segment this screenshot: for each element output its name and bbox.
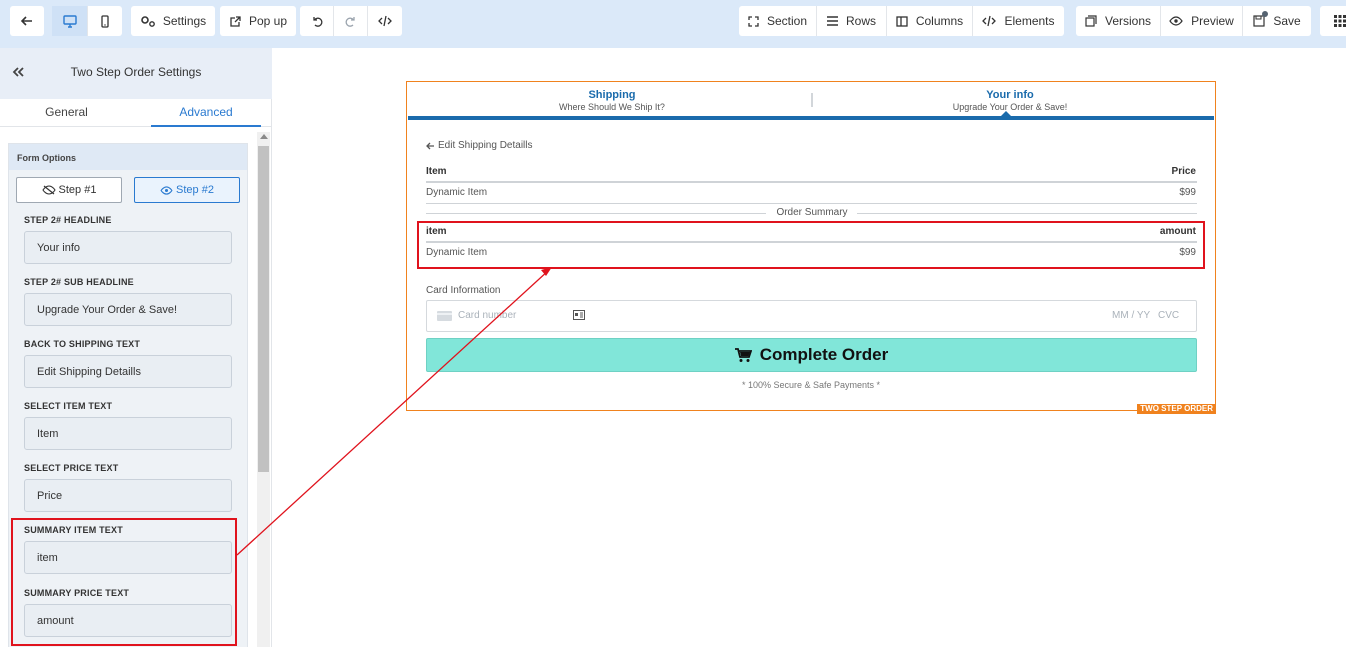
annotation-arrow — [236, 267, 552, 556]
annotation-arrowhead-icon — [541, 267, 552, 276]
